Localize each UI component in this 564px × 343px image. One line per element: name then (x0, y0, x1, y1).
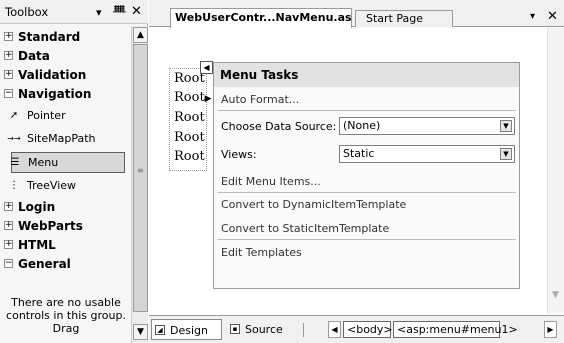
designer-editor: WebUserContr...NavMenu.ascx* Start Page … (149, 0, 564, 343)
toolbox-title: Toolbox (5, 5, 49, 19)
toolbox-header: Toolbox ▾ ᚙ ✕ (0, 0, 148, 24)
menu-item-root[interactable]: Root (174, 149, 205, 164)
category-webparts[interactable]: + WebParts (0, 217, 131, 236)
expand-icon[interactable]: + (4, 51, 13, 60)
source-view-button[interactable]: ▪ Source (227, 319, 299, 340)
category-validation[interactable]: + Validation (0, 66, 131, 85)
source-view-label: Source (245, 323, 283, 336)
views-value: Static (343, 147, 375, 160)
category-label: Login (18, 200, 56, 214)
menu-tasks-panel: Menu Tasks Auto Format... Choose Data So… (213, 62, 520, 289)
treeview-icon: ⋮ (9, 180, 19, 191)
toolbox-item-sitemappath[interactable]: →→ SiteMapPath (0, 129, 131, 150)
views-label: Views: (221, 148, 257, 161)
toolbox-pin-icon[interactable]: ᚙ (113, 6, 126, 17)
toolbox-item-label: SiteMapPath (27, 132, 96, 145)
menu-item-root[interactable]: Root▶ (174, 90, 212, 105)
document-tabstrip: WebUserContr...NavMenu.ascx* Start Page … (149, 0, 564, 28)
toolbox-item-menu[interactable]: ☰ Menu (11, 152, 125, 173)
scroll-down-icon[interactable]: ▼ (133, 324, 148, 340)
category-data[interactable]: + Data (0, 47, 131, 66)
submenu-arrow-icon: ▶ (204, 94, 212, 104)
breadcrumb-body[interactable]: <body> (343, 321, 393, 338)
category-label: Standard (18, 30, 81, 44)
chevron-down-icon: ▼ (500, 120, 512, 132)
category-label: WebParts (18, 219, 83, 233)
menu-icon: ☰ (10, 157, 20, 168)
sitemappath-icon: →→ (7, 134, 21, 143)
breadcrumb-menu1[interactable]: <asp:menu#menu1> (393, 321, 518, 338)
breadcrumb-scroll-right-icon[interactable]: ▶ (544, 321, 557, 338)
category-label: Validation (18, 68, 87, 82)
breadcrumb-scroll-left-icon[interactable]: ◀ (328, 321, 341, 338)
expand-icon[interactable]: + (4, 240, 13, 249)
data-source-select[interactable]: (None) ▼ (339, 117, 515, 135)
design-view-button[interactable]: ◢ Design (151, 319, 222, 340)
edit-templates-link[interactable]: Edit Templates (221, 246, 302, 259)
toolbox-item-pointer[interactable]: ➚ Pointer (0, 106, 131, 127)
auto-format-link[interactable]: Auto Format... (221, 93, 299, 106)
smart-tag-icon[interactable]: ◀ (200, 61, 213, 74)
expand-icon[interactable]: + (4, 202, 13, 211)
convert-dynamic-template-link[interactable]: Convert to DynamicItemTemplate (221, 198, 406, 211)
toolbox-item-label: Menu (28, 156, 59, 169)
category-label: General (18, 257, 71, 271)
close-document-icon[interactable]: ✕ (547, 9, 558, 24)
category-label: Data (18, 49, 50, 63)
toolbox-item-treeview[interactable]: ⋮ TreeView (0, 176, 131, 197)
expand-icon[interactable]: + (4, 70, 13, 79)
category-label: Navigation (18, 87, 92, 101)
tab-start-page[interactable]: Start Page (355, 10, 453, 27)
menu-tasks-title: Menu Tasks (214, 63, 519, 87)
expand-icon[interactable]: + (4, 32, 13, 41)
empty-group-message: There are no usable controls in this gro… (6, 296, 126, 335)
grip-icon: ≡ (137, 166, 144, 175)
toolbox-scrollbar[interactable]: ▲ ≡ ▼ (131, 26, 148, 343)
toolbox-item-label: TreeView (27, 179, 77, 192)
toolbox-panel: Toolbox ▾ ᚙ ✕ + Standard + Data + Validatio… (0, 0, 148, 343)
menu-control[interactable]: Root Root▶ Root Root Root (169, 68, 212, 171)
pointer-icon: ➚ (9, 110, 19, 121)
toolbox-item-label: Pointer (27, 109, 66, 122)
scroll-up-icon[interactable]: ▲ (133, 27, 148, 43)
menu-item-root[interactable]: Root (174, 110, 205, 125)
category-navigation[interactable]: − Navigation (0, 85, 131, 104)
menu-item-label: Root (174, 90, 205, 105)
scroll-down-icon[interactable]: ▼ (552, 290, 559, 300)
convert-static-template-link[interactable]: Convert to StaticItemTemplate (221, 222, 389, 235)
divider (218, 110, 516, 111)
expand-icon[interactable]: + (4, 221, 13, 230)
source-icon: ▪ (230, 324, 240, 334)
chevron-down-icon: ▼ (500, 148, 512, 160)
view-switcher-bar: ◢ Design ▪ Source ◀ <body> <asp:menu#menu1… (149, 315, 564, 343)
design-view-label: Design (170, 324, 208, 337)
views-select[interactable]: Static ▼ (339, 145, 515, 163)
category-label: HTML (18, 238, 56, 252)
data-source-value: (None) (343, 119, 381, 132)
collapse-icon[interactable]: − (4, 89, 13, 98)
tab-webusercontrol[interactable]: WebUserContr...NavMenu.ascx* (170, 8, 352, 28)
editor-scrollbar[interactable]: ▼ (547, 28, 564, 314)
collapse-icon[interactable]: − (4, 259, 13, 268)
scrollbar-thumb[interactable]: ≡ (133, 44, 148, 312)
edit-menu-items-link[interactable]: Edit Menu Items... (221, 175, 321, 188)
category-standard[interactable]: + Standard (0, 28, 131, 47)
design-surface[interactable]: Root Root▶ Root Root Root ◀ Menu Tasks A… (149, 28, 547, 314)
data-source-label: Choose Data Source: (221, 120, 337, 133)
category-html[interactable]: + HTML (0, 236, 131, 255)
design-icon: ◢ (155, 325, 165, 335)
category-general[interactable]: − General (0, 255, 131, 274)
divider (218, 192, 516, 193)
divider (303, 323, 304, 337)
toolbox-dropdown-icon[interactable]: ▾ (96, 7, 102, 18)
menu-item-root[interactable]: Root (174, 130, 205, 145)
tab-list-dropdown-icon[interactable]: ▾ (530, 11, 535, 22)
toolbox-close-icon[interactable]: ✕ (131, 5, 142, 18)
category-login[interactable]: + Login (0, 198, 131, 217)
divider (218, 239, 516, 240)
